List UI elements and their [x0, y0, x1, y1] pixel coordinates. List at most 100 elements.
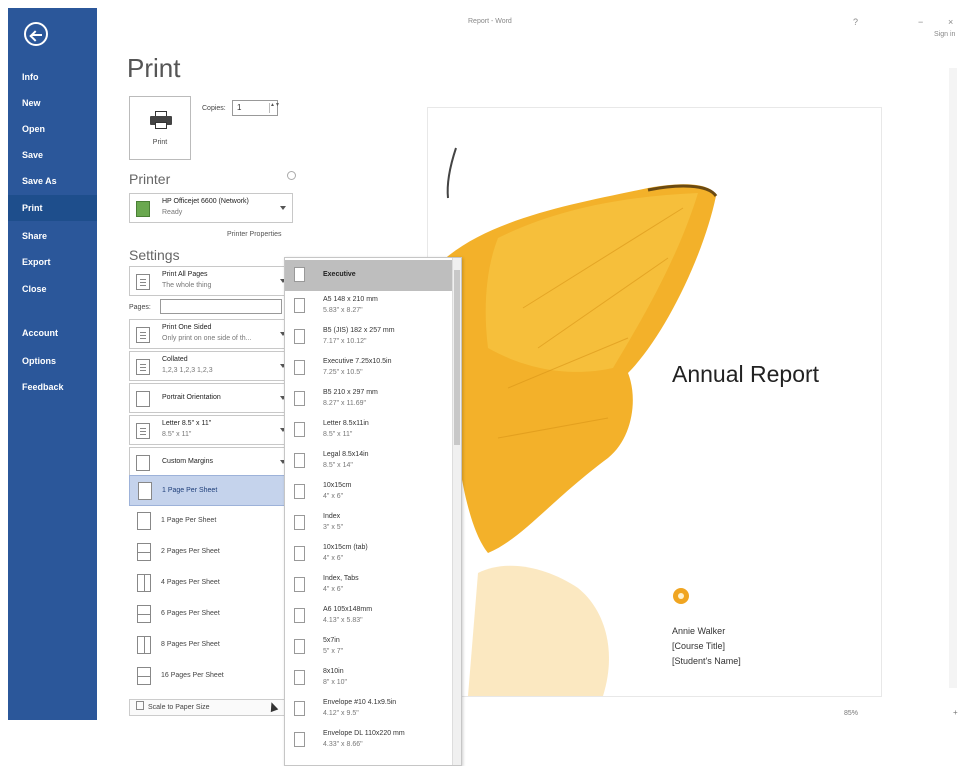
nav-item-save[interactable]: Save [8, 142, 97, 168]
nav-item-open[interactable]: Open [8, 116, 97, 142]
sides-desc: Only print on one side of th... [162, 335, 252, 342]
collation-value: Collated [162, 356, 188, 363]
print-button[interactable]: Print [129, 96, 191, 160]
pages-icon [136, 274, 150, 290]
preview-scrollbar[interactable] [949, 68, 957, 688]
spin-arrows-icon[interactable]: ▲▼ [269, 103, 280, 113]
author-line: Annie Walker [672, 626, 726, 636]
minimize-icon[interactable]: − [918, 17, 923, 27]
pages-per-sheet-option[interactable]: 16 Pages Per Sheet [129, 661, 293, 692]
print-range-select[interactable]: Print All Pages The whole thing [129, 266, 293, 296]
pages-per-sheet-label: 4 Pages Per Sheet [161, 579, 220, 586]
pages-per-sheet-label: 1 Page Per Sheet [162, 487, 218, 494]
scrollbar-thumb[interactable] [454, 270, 460, 445]
paper-sheet-icon [294, 701, 305, 716]
nav-item-close[interactable]: Close [8, 276, 97, 302]
pages-per-sheet-option[interactable]: 4 Pages Per Sheet [129, 568, 293, 599]
info-icon[interactable] [287, 171, 296, 180]
print-button-label: Print [152, 139, 168, 146]
collation-select[interactable]: Collated 1,2,3 1,2,3 1,2,3 [129, 351, 293, 381]
paper-size-option[interactable]: 5x7in 5" x 7" [285, 632, 453, 663]
nav-item-info[interactable]: Info [8, 64, 97, 90]
paper-size-option[interactable]: Index 3" x 5" [285, 508, 453, 539]
butterfly-image [439, 147, 718, 696]
sheet-layout-icon [137, 605, 151, 623]
window-title: Report - Word [468, 18, 512, 25]
pages-label: Pages: [129, 304, 151, 311]
orientation-value: Portrait Orientation [162, 394, 221, 401]
paper-size-select[interactable]: Letter 8.5" x 11" 8.5" x 11" [129, 415, 293, 445]
paper-size-dimensions: 8.5" x 11" [323, 431, 353, 438]
paper-sheet-icon [294, 546, 305, 561]
course-line: [Course Title] [672, 641, 726, 651]
paper-size-name: 10x15cm [323, 482, 352, 489]
pages-input[interactable] [160, 299, 282, 314]
menu-scrollbar[interactable] [452, 258, 461, 765]
paper-size-dimensions: 4" x 6" [323, 493, 344, 500]
pages-per-sheet-option[interactable]: 8 Pages Per Sheet [129, 630, 293, 661]
word-backstage-window: Info New Open Save Save As Print Share Export Cl… [8, 8, 959, 720]
nav-item-account[interactable]: Account [8, 320, 97, 346]
sheet-layout-icon [137, 543, 151, 561]
pages-per-sheet-option[interactable]: 6 Pages Per Sheet [129, 599, 293, 630]
copies-stepper[interactable]: 1 ▲▼ [232, 100, 280, 116]
paper-size-option[interactable]: Executive [285, 260, 453, 291]
printer-select[interactable]: HP Officejet 6600 (Network) Ready [129, 193, 293, 223]
sheet-layout-icon [138, 482, 152, 500]
printer-name: HP Officejet 6600 (Network) [162, 198, 249, 205]
nav-item-save-as[interactable]: Save As [8, 168, 97, 194]
paper-size-option[interactable]: B5 (JIS) 182 x 257 mm 7.17" x 10.12" [285, 322, 453, 353]
sign-in-link[interactable]: Sign in [934, 31, 955, 38]
paper-sheet-icon [294, 329, 305, 344]
collation-desc: 1,2,3 1,2,3 1,2,3 [162, 367, 213, 374]
pages-per-sheet-option[interactable]: 1 Page Per Sheet [129, 475, 293, 506]
back-arrow-icon[interactable] [24, 22, 48, 46]
paper-size-name: B5 (JIS) 182 x 257 mm [323, 327, 395, 334]
paper-size-name: Legal 8.5x14in [323, 451, 369, 458]
pages-per-sheet-option[interactable]: 1 Page Per Sheet [129, 506, 293, 537]
paper-size-option[interactable]: 10x15cm (tab) 4" x 6" [285, 539, 453, 570]
nav-item-export[interactable]: Export [8, 249, 97, 275]
portrait-icon [136, 391, 150, 407]
sides-select[interactable]: Print One Sided Only print on one side o… [129, 319, 293, 349]
pages-per-sheet-option[interactable]: 2 Pages Per Sheet [129, 537, 293, 568]
zoom-level[interactable]: 85% [844, 710, 858, 717]
paper-size-dimensions: 5" x 7" [323, 648, 344, 655]
zoom-in-icon[interactable]: + [953, 708, 958, 717]
nav-item-share[interactable]: Share [8, 223, 97, 249]
paper-size-option[interactable]: Envelope #10 4.1x9.5in 4.12" x 9.5" [285, 694, 453, 725]
paper-size-option[interactable]: 8x10in 8" x 10" [285, 663, 453, 694]
collated-icon [136, 359, 150, 375]
paper-size-option[interactable]: 10x15cm 4" x 6" [285, 477, 453, 508]
nav-item-options[interactable]: Options [8, 348, 97, 374]
print-range-value: Print All Pages [162, 271, 208, 278]
paper-sheet-icon [294, 577, 305, 592]
paper-size-option[interactable]: B5 210 x 297 mm 8.27" x 11.69" [285, 384, 453, 415]
paper-size-name: Envelope DL 110x220 mm [323, 730, 405, 737]
margins-select[interactable]: Custom Margins [129, 447, 293, 477]
paper-size-option[interactable]: A6 105x148mm 4.13" x 5.83" [285, 601, 453, 632]
paper-size-option[interactable]: Index, Tabs 4" x 6" [285, 570, 453, 601]
close-icon[interactable]: × [948, 17, 953, 27]
sides-value: Print One Sided [162, 324, 212, 331]
sheet-layout-icon [137, 636, 151, 654]
settings-section-title: Settings [129, 247, 180, 263]
paper-sheet-icon [294, 670, 305, 685]
paper-size-option[interactable]: Executive 7.25x10.5in 7.25" x 10.5" [285, 353, 453, 384]
paper-size-name: Index [323, 513, 341, 520]
paper-sheet-icon [294, 422, 305, 437]
nav-item-feedback[interactable]: Feedback [8, 374, 97, 400]
nav-item-print[interactable]: Print [8, 195, 97, 221]
paper-size-dimensions: 4" x 6" [323, 555, 344, 562]
paper-size-option[interactable]: Letter 8.5x11in 8.5" x 11" [285, 415, 453, 446]
paper-size-dimensions: 5.83" x 8.27" [323, 307, 363, 314]
nav-item-new[interactable]: New [8, 90, 97, 116]
paper-size-option[interactable]: Envelope DL 110x220 mm 4.33" x 8.66" [285, 725, 453, 756]
paper-sheet-icon [294, 298, 305, 313]
help-icon[interactable]: ? [853, 17, 858, 27]
paper-sheet-icon [294, 732, 305, 747]
paper-size-option[interactable]: A5 148 x 210 mm 5.83" x 8.27" [285, 291, 453, 322]
paper-size-option[interactable]: Legal 8.5x14in 8.5" x 14" [285, 446, 453, 477]
orientation-select[interactable]: Portrait Orientation [129, 383, 293, 413]
printer-properties-link[interactable]: Printer Properties [227, 231, 281, 238]
